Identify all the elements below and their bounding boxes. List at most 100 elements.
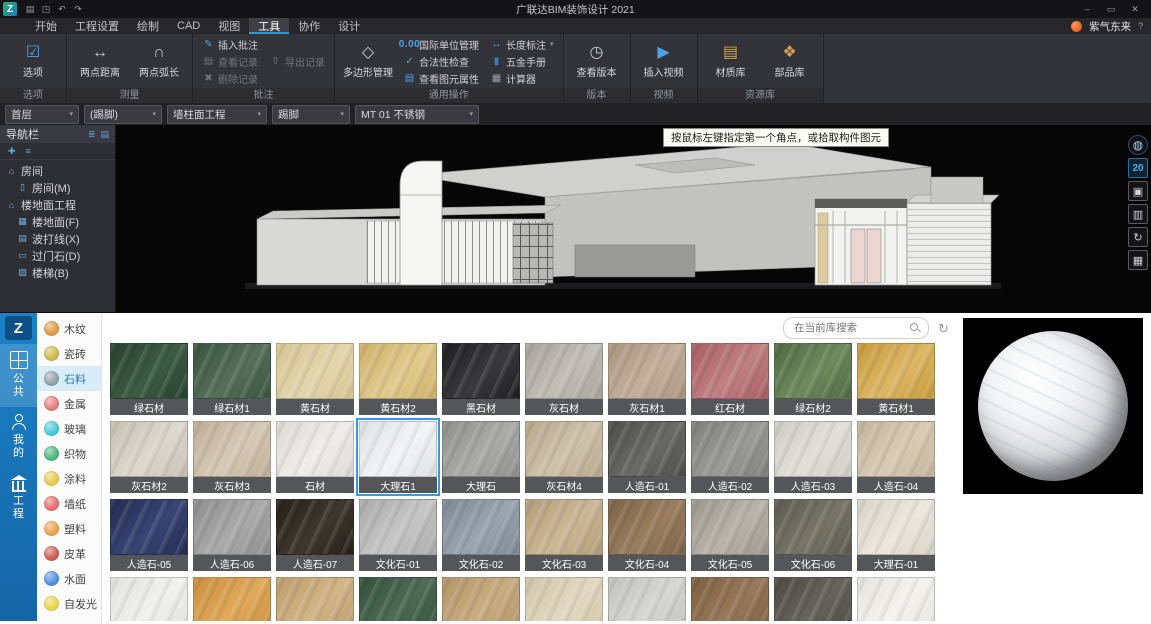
tree-item[interactable]: ⌂楼地面工程 xyxy=(0,196,115,213)
material-tile[interactable]: 文化石-02 xyxy=(442,499,520,571)
ribbon-button[interactable]: ◷查看版本 xyxy=(569,36,625,86)
material-tile[interactable]: 黄石材2 xyxy=(359,343,437,415)
panel-icon[interactable]: ▤ xyxy=(100,129,109,140)
render-ball-icon[interactable]: ◍ xyxy=(1128,135,1148,155)
ribbon-button[interactable]: ◇多边形管理 xyxy=(340,36,396,86)
material-tile[interactable]: 文化石-01 xyxy=(359,499,437,571)
tree-item[interactable]: ▭过门石(D) xyxy=(0,247,115,264)
category-item[interactable]: 墙纸 xyxy=(37,491,101,516)
context-dropdown[interactable]: 首层▾ xyxy=(5,105,79,124)
ribbon-button[interactable]: ▦计算器 xyxy=(486,70,558,86)
ribbon-button[interactable]: ✓合法性检查 xyxy=(399,53,483,69)
material-tile[interactable]: 黄石材 xyxy=(276,343,354,415)
material-tile[interactable]: 黑石材 xyxy=(442,343,520,415)
ribbon-tab[interactable]: 工具 xyxy=(249,18,289,34)
ribbon-button[interactable]: ▤查看记录 xyxy=(198,53,262,69)
category-item[interactable]: 水面 xyxy=(37,566,101,591)
ribbon-button[interactable]: ▤材质库 xyxy=(703,36,759,86)
ribbon-button[interactable]: 0.00国际单位管理 xyxy=(399,36,483,52)
library-tab[interactable]: 工程 xyxy=(0,468,37,529)
search-icon[interactable] xyxy=(910,323,920,333)
material-tile[interactable] xyxy=(359,577,437,621)
add-icon[interactable]: ✚ xyxy=(8,146,16,157)
context-dropdown[interactable]: (踢脚)▾ xyxy=(84,105,162,124)
material-tile[interactable]: 黄石材1 xyxy=(857,343,935,415)
tree-item[interactable]: ▨楼梯(B) xyxy=(0,264,115,281)
material-tile[interactable] xyxy=(276,577,354,621)
material-tile[interactable]: 人造石-01 xyxy=(608,421,686,493)
context-dropdown[interactable]: 墙柱面工程▾ xyxy=(167,105,267,124)
tree-item[interactable]: ⌂房间 xyxy=(0,162,115,179)
material-tile[interactable]: 大理石 xyxy=(442,421,520,493)
user-name[interactable]: 紫气东来 xyxy=(1089,19,1131,34)
context-dropdown[interactable]: 踢脚▾ xyxy=(272,105,350,124)
ribbon-button[interactable]: ↔两点距离 xyxy=(72,36,128,86)
minimize-icon[interactable]: – xyxy=(1079,0,1095,18)
library-tab[interactable]: 公共 xyxy=(0,344,37,407)
viewport-canvas[interactable]: 按鼠标左键指定第一个角点，或拾取构件图元 xyxy=(115,125,1151,312)
material-tile[interactable] xyxy=(193,577,271,621)
restore-icon[interactable]: ▭ xyxy=(1103,0,1119,18)
material-tile[interactable]: 大理石1 xyxy=(359,421,437,493)
zoom-level[interactable]: 20 xyxy=(1128,158,1148,178)
category-item[interactable]: 自发光 xyxy=(37,591,101,616)
library-logo[interactable]: Z xyxy=(5,316,32,340)
category-item[interactable]: 金属 xyxy=(37,391,101,416)
material-tile[interactable]: 绿石材2 xyxy=(774,343,852,415)
material-tile[interactable] xyxy=(442,577,520,621)
material-tile[interactable] xyxy=(857,577,935,621)
expand-icon[interactable]: ≡ xyxy=(26,146,31,156)
user-avatar[interactable] xyxy=(1071,21,1082,32)
search-input[interactable] xyxy=(792,321,905,335)
rotate-view-icon[interactable]: ↻ xyxy=(1128,227,1148,247)
ribbon-button[interactable]: ∩两点弧长 xyxy=(131,36,187,86)
category-item[interactable]: 皮革 xyxy=(37,541,101,566)
ribbon-tab[interactable]: CAD xyxy=(168,18,209,34)
material-tile[interactable]: 灰石材2 xyxy=(110,421,188,493)
category-item[interactable]: 织物 xyxy=(37,441,101,466)
tree-item[interactable]: ▯房间(M) xyxy=(0,179,115,196)
material-tile[interactable]: 人造石-05 xyxy=(110,499,188,571)
material-tile[interactable]: 人造石-02 xyxy=(691,421,769,493)
ribbon-tab[interactable]: 设计 xyxy=(329,18,369,34)
material-tile[interactable] xyxy=(691,577,769,621)
material-tile[interactable]: 灰石材 xyxy=(525,343,603,415)
context-dropdown[interactable]: MT 01 不锈钢▾ xyxy=(355,105,479,124)
category-item[interactable]: 塑料 xyxy=(37,516,101,541)
ribbon-tab[interactable]: 工程设置 xyxy=(66,18,128,34)
refresh-icon[interactable]: ↻ xyxy=(938,322,949,335)
ribbon-tab[interactable]: 开始 xyxy=(26,18,66,34)
material-tile[interactable]: 灰石材4 xyxy=(525,421,603,493)
material-tile[interactable] xyxy=(774,577,852,621)
ribbon-button[interactable]: ❖部品库 xyxy=(762,36,818,86)
material-tile[interactable] xyxy=(525,577,603,621)
layers-view-icon[interactable]: ▥ xyxy=(1128,204,1148,224)
menu-icon[interactable]: ▤ xyxy=(22,0,38,18)
material-tile[interactable]: 绿石材1 xyxy=(193,343,271,415)
material-tile[interactable]: 灰石材3 xyxy=(193,421,271,493)
list-icon[interactable]: ≣ xyxy=(88,129,96,140)
material-tile[interactable] xyxy=(110,577,188,621)
tree-item[interactable]: ▦楼地面(F) xyxy=(0,213,115,230)
ribbon-button[interactable]: ▮五金手册 xyxy=(486,53,558,69)
ribbon-button[interactable]: ⇧导出记录 xyxy=(265,53,329,69)
ribbon-button[interactable]: ↔长度标注▾ xyxy=(486,36,558,52)
material-tile[interactable]: 石材 xyxy=(276,421,354,493)
material-tile[interactable]: 红石材 xyxy=(691,343,769,415)
category-item[interactable]: 石料 xyxy=(37,366,101,391)
material-tile[interactable]: 灰石材1 xyxy=(608,343,686,415)
ribbon-button[interactable]: ✖删除记录 xyxy=(198,70,262,86)
ribbon-tab[interactable]: 绘制 xyxy=(128,18,168,34)
help-icon[interactable]: ? xyxy=(1138,21,1143,32)
ribbon-button[interactable]: ▶插入视频 xyxy=(636,36,692,86)
fit-view-icon[interactable]: ▣ xyxy=(1128,181,1148,201)
material-tile[interactable]: 文化石-04 xyxy=(608,499,686,571)
material-tile[interactable]: 大理石-01 xyxy=(857,499,935,571)
grid-view-icon[interactable]: ▦ xyxy=(1128,250,1148,270)
redo-icon[interactable]: ↷ xyxy=(70,0,86,18)
material-tile[interactable]: 人造石-03 xyxy=(774,421,852,493)
undo-icon[interactable]: ↶ xyxy=(54,0,70,18)
category-item[interactable]: 玻璃 xyxy=(37,416,101,441)
material-tile[interactable]: 文化石-05 xyxy=(691,499,769,571)
close-icon[interactable]: ✕ xyxy=(1127,0,1143,18)
